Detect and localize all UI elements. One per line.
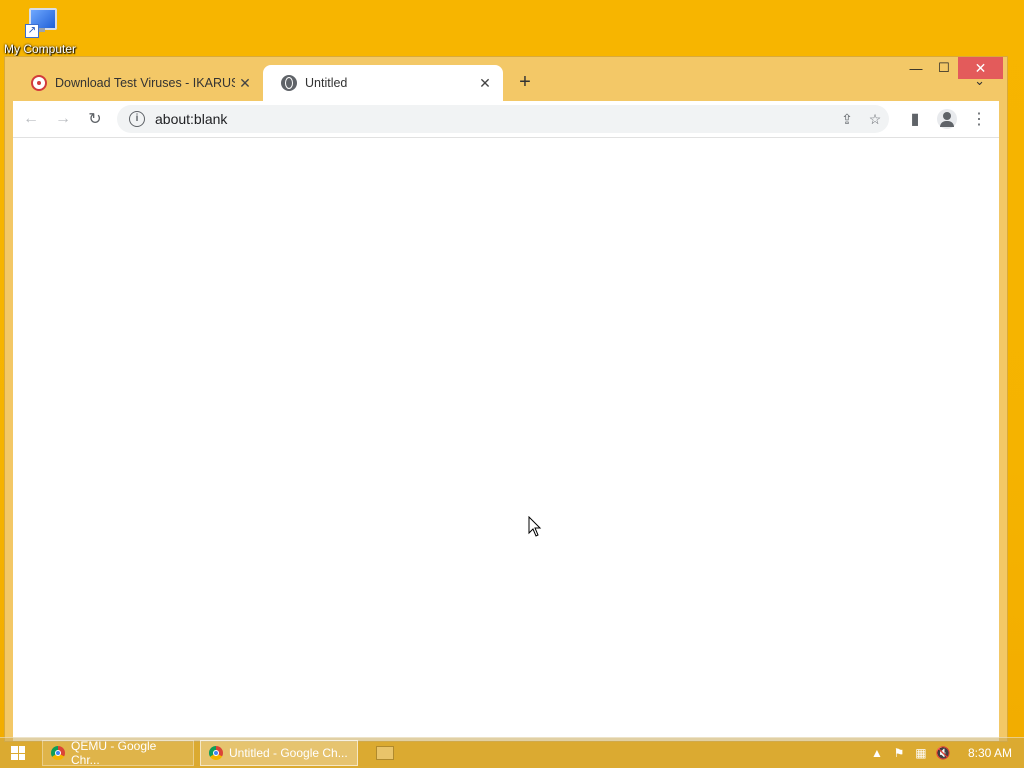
windows-logo-icon: [11, 746, 25, 760]
globe-icon: [281, 75, 297, 91]
file-explorer-icon[interactable]: [376, 746, 394, 760]
chrome-icon: [209, 746, 223, 760]
taskbar-item-untitled[interactable]: Untitled - Google Ch...: [200, 740, 358, 766]
close-tab-icon[interactable]: ✕: [235, 75, 255, 92]
chrome-icon: [51, 746, 65, 760]
clock[interactable]: 8:30 AM: [968, 746, 1012, 760]
taskbar-item-label: QEMU - Google Chr...: [71, 739, 157, 767]
page-content[interactable]: [13, 138, 999, 741]
side-panel-button[interactable]: ▮: [901, 105, 929, 133]
reload-button[interactable]: ↻: [81, 105, 109, 133]
browser-window: — ☐ ✕ Download Test Viruses - IKARUS ✕ U…: [4, 56, 1008, 742]
taskbar-item-qemu[interactable]: QEMU - Google Chr...: [42, 739, 194, 767]
taskbar-item-label: Untitled - Google Ch...: [229, 746, 348, 760]
browser-toolbar: ← → ↻ i about:blank ⇪ ☆ ▮ ⋮: [13, 101, 999, 138]
my-computer-desktop-icon[interactable]: ↗ My Computer: [2, 6, 78, 56]
tab-ikarus[interactable]: Download Test Viruses - IKARUS ✕: [13, 65, 263, 101]
profile-button[interactable]: [933, 105, 961, 133]
site-info-icon[interactable]: i: [129, 111, 145, 127]
tab-strip: Download Test Viruses - IKARUS ✕ Untitle…: [13, 65, 999, 101]
address-bar[interactable]: i about:blank ⇪ ☆: [117, 105, 889, 133]
back-button[interactable]: ←: [17, 105, 45, 133]
tab-search-chevron-icon[interactable]: ⌄: [974, 73, 985, 89]
system-tray: ▲ ⚑ ▦ 🔇 8:30 AM: [866, 738, 1024, 768]
url-text[interactable]: about:blank: [155, 111, 833, 127]
tab-untitled[interactable]: Untitled ✕: [263, 65, 503, 101]
taskbar: QEMU - Google Chr... Untitled - Google C…: [0, 737, 1024, 768]
show-hidden-icons-chevron-icon[interactable]: ▲: [866, 746, 888, 760]
forward-button[interactable]: →: [49, 105, 77, 133]
share-icon[interactable]: ⇪: [833, 111, 861, 128]
action-center-flag-icon[interactable]: ⚑: [888, 746, 910, 760]
avatar-icon: [937, 109, 957, 129]
volume-muted-icon[interactable]: 🔇: [932, 746, 954, 760]
ikarus-favicon-icon: [31, 75, 47, 91]
my-computer-label: My Computer: [3, 42, 77, 56]
bookmark-star-icon[interactable]: ☆: [861, 111, 889, 128]
computer-icon: ↗: [23, 6, 57, 38]
menu-button[interactable]: ⋮: [965, 105, 993, 133]
mouse-cursor-icon: [528, 516, 542, 537]
new-tab-button[interactable]: +: [513, 71, 537, 95]
start-button[interactable]: [0, 738, 36, 768]
tab-title: Untitled: [305, 76, 348, 90]
network-icon[interactable]: ▦: [910, 746, 932, 760]
close-tab-icon[interactable]: ✕: [475, 75, 495, 92]
tab-title: Download Test Viruses - IKARUS: [55, 76, 235, 90]
